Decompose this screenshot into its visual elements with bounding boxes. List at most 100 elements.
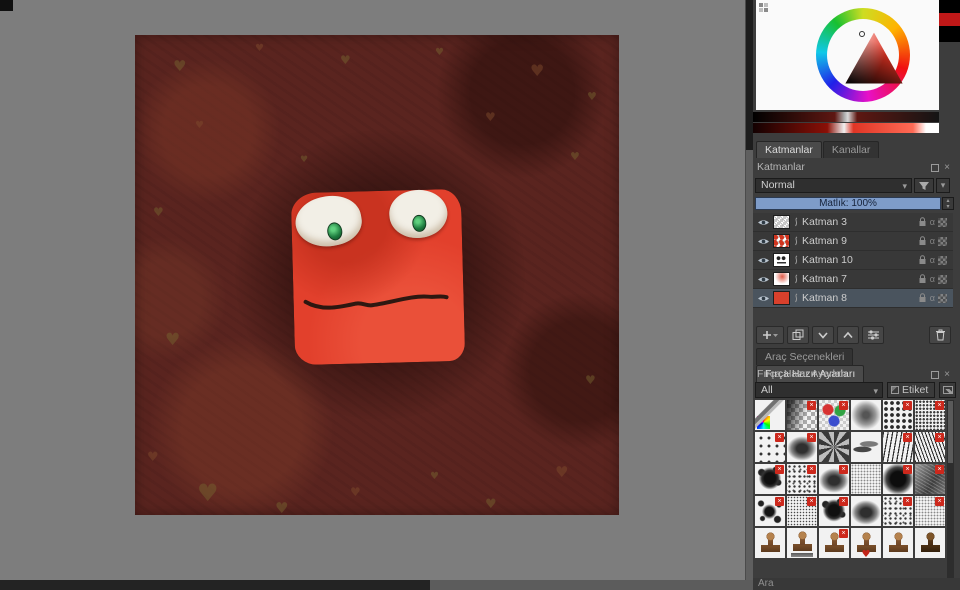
close-docker-icon[interactable]: × xyxy=(944,369,950,380)
brush-preset[interactable]: × xyxy=(787,464,817,494)
layer-row[interactable]: Katman 10 α xyxy=(753,251,953,270)
alpha-inherit-icon[interactable]: α xyxy=(930,217,935,227)
heart-motif: ♥ xyxy=(530,61,545,80)
brush-preset[interactable] xyxy=(851,528,881,558)
alpha-lock-icon[interactable] xyxy=(938,255,947,265)
layer-row[interactable]: Katman 7 α xyxy=(753,270,953,289)
layer-row[interactable]: Katman 3 α xyxy=(753,213,953,232)
alpha-inherit-icon[interactable]: α xyxy=(930,255,935,265)
lock-icon[interactable] xyxy=(918,255,927,265)
filter-dropdown-button[interactable]: ▾ xyxy=(936,178,950,193)
brush-preset[interactable]: × xyxy=(883,432,913,462)
alpha-inherit-icon[interactable]: α xyxy=(930,293,935,303)
brush-preset[interactable]: × xyxy=(755,464,785,494)
brush-preset[interactable]: × xyxy=(819,528,849,558)
float-docker-icon[interactable] xyxy=(931,370,940,379)
brush-preset[interactable]: × xyxy=(883,464,913,494)
shade-selector-bar-2[interactable] xyxy=(753,123,939,133)
opacity-spinner[interactable]: ▴ ▾ xyxy=(942,197,954,210)
brush-preset[interactable]: × xyxy=(755,496,785,526)
brush-preset[interactable]: × xyxy=(787,432,817,462)
blend-mode-value: Normal xyxy=(761,179,795,191)
visibility-eye-icon[interactable] xyxy=(757,275,770,284)
saturation-value-triangle[interactable] xyxy=(845,32,903,84)
layer-decorator-icon xyxy=(795,255,798,265)
brush-preset[interactable] xyxy=(755,400,785,430)
brush-preset[interactable]: × xyxy=(819,464,849,494)
preset-filter-select[interactable]: All ▾ xyxy=(755,382,883,398)
alpha-inherit-icon[interactable]: α xyxy=(930,236,935,246)
brush-preset[interactable]: × xyxy=(915,432,945,462)
color-selector-settings-icon[interactable] xyxy=(759,3,768,12)
heart-motif: ♥ xyxy=(430,471,439,482)
brush-preset[interactable]: × xyxy=(915,496,945,526)
visibility-eye-icon[interactable] xyxy=(757,237,770,246)
move-layer-down-button[interactable] xyxy=(812,326,834,344)
visibility-eye-icon[interactable] xyxy=(757,256,770,265)
layer-row[interactable]: Katman 9 α xyxy=(753,232,953,251)
current-color-swatch[interactable] xyxy=(939,13,960,26)
add-layer-button[interactable] xyxy=(756,326,784,344)
brush-preset[interactable] xyxy=(851,400,881,430)
advanced-color-selector[interactable] xyxy=(756,0,939,110)
preset-grid-scrollbar-thumb[interactable] xyxy=(948,401,953,463)
layer-row-selected[interactable]: Katman 8 α xyxy=(753,289,953,308)
brush-preset[interactable] xyxy=(915,528,945,558)
horizontal-scrollbar-thumb[interactable] xyxy=(0,580,430,590)
visibility-eye-icon[interactable] xyxy=(757,218,770,227)
shade-selector-bar-1[interactable] xyxy=(753,112,939,122)
duplicate-layer-button[interactable] xyxy=(787,326,809,344)
brush-preset[interactable] xyxy=(755,528,785,558)
preset-filter-row: All ▾ Etiket xyxy=(753,382,960,399)
brush-preset[interactable] xyxy=(851,496,881,526)
hue-ring[interactable] xyxy=(816,8,910,102)
brush-preset[interactable]: × xyxy=(787,496,817,526)
preset-grid-scrollbar[interactable] xyxy=(947,400,954,578)
lock-icon[interactable] xyxy=(918,274,927,284)
brush-preset[interactable]: × xyxy=(819,400,849,430)
layer-properties-button[interactable] xyxy=(862,326,884,344)
brush-preset[interactable] xyxy=(851,464,881,494)
brush-preset[interactable]: × xyxy=(819,496,849,526)
move-layer-up-button[interactable] xyxy=(837,326,859,344)
sliders-icon xyxy=(867,330,879,340)
brush-preset[interactable]: × xyxy=(883,400,913,430)
heart-motif: ♥ xyxy=(147,450,159,465)
blend-mode-select[interactable]: Normal ▾ xyxy=(755,178,912,193)
alpha-lock-icon[interactable] xyxy=(938,274,947,284)
visibility-eye-icon[interactable] xyxy=(757,294,770,303)
brush-preset[interactable]: × xyxy=(915,400,945,430)
canvas-horizontal-scrollbar[interactable] xyxy=(0,580,753,590)
lock-icon[interactable] xyxy=(918,236,927,246)
tag-button[interactable]: Etiket xyxy=(887,382,935,398)
brush-preset[interactable] xyxy=(787,528,817,558)
alpha-lock-icon[interactable] xyxy=(938,217,947,227)
painting-canvas[interactable]: ♥ ♥ ♥ ♥ ♥ ♥ ♥ ♥ ♥ ♥ ♥ ♥ ♥ ♥ ♥ ♥ ♥ ♥ ♥ ♥ xyxy=(135,35,619,515)
layer-filter-funnel-button[interactable] xyxy=(914,178,934,193)
brush-preset[interactable] xyxy=(819,432,849,462)
float-docker-icon[interactable] xyxy=(931,163,940,172)
opacity-slider[interactable]: Matlık: 100% xyxy=(755,197,941,210)
preset-search-field[interactable]: Ara xyxy=(753,578,960,590)
alpha-inherit-icon[interactable]: α xyxy=(930,274,935,284)
brush-preset[interactable] xyxy=(851,432,881,462)
brush-preset[interactable]: × xyxy=(787,400,817,430)
tab-katmanlar[interactable]: Katmanlar xyxy=(756,141,822,158)
layer-name: Katman 7 xyxy=(802,273,847,285)
brush-preset[interactable]: × xyxy=(915,464,945,494)
color-history-swatches[interactable] xyxy=(939,0,960,42)
brush-preset[interactable]: × xyxy=(755,432,785,462)
canvas-viewport[interactable]: ♥ ♥ ♥ ♥ ♥ ♥ ♥ ♥ ♥ ♥ ♥ ♥ ♥ ♥ ♥ ♥ ♥ ♥ ♥ ♥ xyxy=(0,0,745,580)
close-docker-icon[interactable]: × xyxy=(944,162,950,173)
brush-preset[interactable] xyxy=(883,528,913,558)
alpha-lock-icon[interactable] xyxy=(938,293,947,303)
lock-icon[interactable] xyxy=(918,217,927,227)
brush-preset[interactable]: × xyxy=(883,496,913,526)
lock-icon[interactable] xyxy=(918,293,927,303)
tab-kanallar[interactable]: Kanallar xyxy=(822,141,880,158)
alpha-lock-icon[interactable] xyxy=(938,236,947,246)
tab-arac-secenekleri[interactable]: Araç Seçenekleri xyxy=(756,348,854,365)
canvas-vertical-scrollbar[interactable] xyxy=(745,0,754,580)
delete-layer-button[interactable] xyxy=(929,326,951,344)
display-mode-button[interactable] xyxy=(939,382,956,398)
